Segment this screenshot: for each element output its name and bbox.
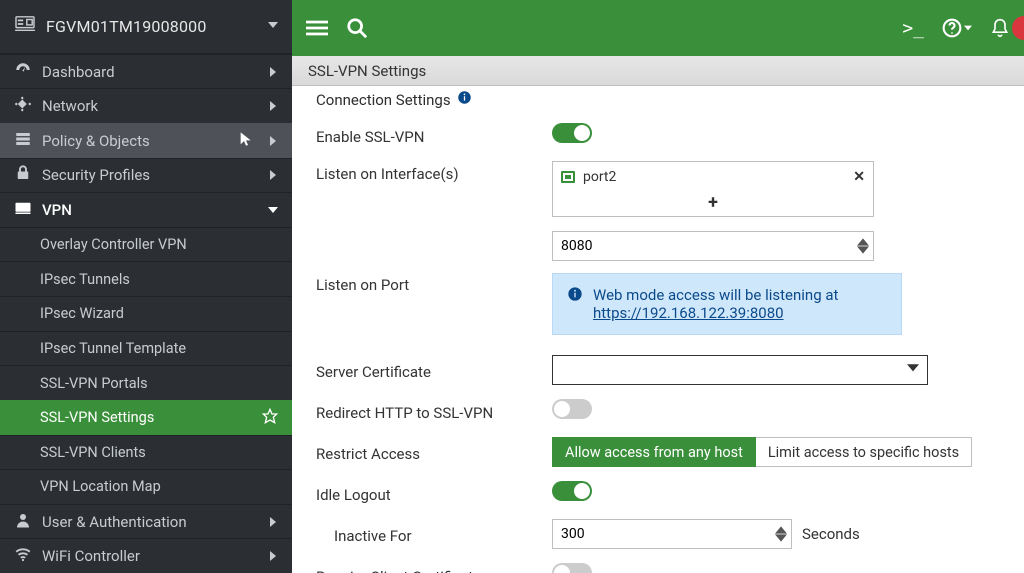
sidebar-item-dashboard[interactable]: Dashboard (0, 54, 292, 89)
label-inactive-for: Inactive For (316, 523, 552, 545)
sidebar-item-label: Dashboard (42, 63, 260, 81)
server-cert-select[interactable] (552, 355, 928, 385)
page-title: SSL-VPN Settings (308, 62, 426, 80)
content: Connection Settings Enable SSL-VPN Liste… (292, 86, 1024, 573)
sidebar-item-label: Policy & Objects (42, 132, 228, 150)
sidebar-item-label: VPN Location Map (40, 478, 278, 495)
info-icon (567, 286, 583, 322)
sidebar-item-vpn[interactable]: VPN (0, 192, 292, 227)
spin-buttons[interactable] (775, 522, 789, 546)
sidebar-item-sslvpn-portals[interactable]: SSL-VPN Portals (0, 365, 292, 400)
interface-entry: port2 ✕ (553, 162, 873, 192)
restrict-option-limit[interactable]: Limit access to specific hosts (756, 437, 972, 467)
bell-icon[interactable] (990, 18, 1010, 38)
inactive-unit: Seconds (802, 525, 860, 543)
sidebar-item-label: SSL-VPN Portals (40, 375, 278, 392)
toggle-redirect-http[interactable] (552, 399, 592, 419)
wifi-icon (14, 545, 32, 567)
label-idle-logout: Idle Logout (316, 482, 552, 504)
sidebar-item-wifi[interactable]: WiFi Controller (0, 538, 292, 573)
network-icon (14, 95, 32, 117)
label-enable-sslvpn: Enable SSL-VPN (316, 124, 552, 146)
interface-name: port2 (583, 169, 616, 185)
user-icon (14, 511, 32, 533)
device-icon (14, 15, 36, 37)
chevron-right-icon (270, 513, 278, 531)
sidebar-item-label: IPsec Wizard (40, 305, 278, 322)
hostname: FGVM01TM19008000 (46, 17, 207, 36)
chevron-right-icon (270, 132, 278, 150)
star-icon[interactable] (262, 408, 278, 428)
sidebar-item-label: SSL-VPN Clients (40, 444, 278, 461)
inactive-input-wrap (552, 519, 792, 549)
chevron-down-icon (268, 201, 278, 219)
host-selector[interactable]: FGVM01TM19008000 (0, 0, 292, 54)
sidebar-item-ipsec-wizard[interactable]: IPsec Wizard (0, 296, 292, 331)
lock-icon (14, 164, 32, 186)
sidebar-item-label: Overlay Controller VPN (40, 236, 278, 253)
sidebar-item-policy[interactable]: Policy & Objects (0, 123, 292, 158)
inactive-input[interactable] (561, 526, 771, 542)
sidebar-item-vpn-location-map[interactable]: VPN Location Map (0, 469, 292, 504)
sidebar-item-label: Security Profiles (42, 166, 260, 184)
sidebar-item-label: WiFi Controller (42, 547, 260, 565)
vpn-icon (14, 199, 32, 221)
sidebar: FGVM01TM19008000 Dashboard Network Polic… (0, 0, 292, 573)
search-icon[interactable] (346, 17, 368, 39)
section-title-text: Connection Settings (316, 91, 451, 109)
chevron-right-icon (270, 547, 278, 565)
page-title-bar: SSL-VPN Settings (292, 56, 1024, 86)
sidebar-item-ipsec-template[interactable]: IPsec Tunnel Template (0, 331, 292, 366)
web-mode-notice: Web mode access will be listening at htt… (552, 273, 902, 335)
sidebar-item-sslvpn-settings[interactable]: SSL-VPN Settings (0, 400, 292, 435)
info-icon[interactable] (457, 90, 472, 109)
listen-port-input-wrap (552, 231, 874, 261)
sidebar-item-label: IPsec Tunnel Template (40, 340, 278, 357)
sidebar-item-label: User & Authentication (42, 513, 260, 531)
topbar: >_ (292, 0, 1024, 56)
sidebar-item-label: Network (42, 97, 260, 115)
sidebar-item-sslvpn-clients[interactable]: SSL-VPN Clients (0, 435, 292, 470)
notice-url[interactable]: https://192.168.122.39:8080 (593, 304, 784, 322)
chevron-right-icon (270, 97, 278, 115)
section-title: Connection Settings (316, 90, 1000, 109)
dashboard-icon (14, 61, 32, 83)
chevron-right-icon (270, 63, 278, 81)
policy-icon (14, 130, 32, 152)
port-icon (561, 171, 575, 183)
toggle-require-client-cert[interactable] (552, 563, 592, 573)
toggle-idle-logout[interactable] (552, 481, 592, 501)
chevron-down-icon[interactable] (268, 18, 278, 34)
label-restrict-access: Restrict Access (316, 441, 552, 463)
interface-list[interactable]: port2 ✕ + (552, 161, 874, 217)
sidebar-item-security[interactable]: Security Profiles (0, 158, 292, 193)
notification-badge[interactable] (1012, 16, 1024, 40)
label-listen-interfaces: Listen on Interface(s) (316, 161, 552, 183)
sidebar-item-ipsec-tunnels[interactable]: IPsec Tunnels (0, 261, 292, 296)
listen-port-input[interactable] (561, 238, 853, 254)
notice-text: Web mode access will be listening at (593, 286, 838, 304)
label-require-client-cert: Require Client Certificate (316, 564, 552, 573)
add-interface-button[interactable]: + (553, 192, 873, 216)
sidebar-item-user-auth[interactable]: User & Authentication (0, 504, 292, 539)
remove-interface-icon[interactable]: ✕ (853, 169, 865, 185)
menu-icon[interactable] (306, 17, 328, 39)
sidebar-item-overlay-vpn[interactable]: Overlay Controller VPN (0, 227, 292, 262)
sidebar-item-label: SSL-VPN Settings (40, 409, 252, 426)
label-redirect-http: Redirect HTTP to SSL-VPN (316, 400, 552, 422)
sidebar-item-network[interactable]: Network (0, 88, 292, 123)
restrict-access-segmented: Allow access from any host Limit access … (552, 437, 1000, 467)
sidebar-item-label: VPN (42, 201, 258, 219)
spin-buttons[interactable] (857, 234, 871, 258)
label-server-cert: Server Certificate (316, 359, 552, 381)
label-listen-port: Listen on Port (316, 272, 552, 294)
chevron-right-icon (270, 166, 278, 184)
toggle-enable-sslvpn[interactable] (552, 123, 592, 143)
sidebar-item-label: IPsec Tunnels (40, 271, 278, 288)
cursor-icon (238, 131, 254, 151)
chevron-down-icon (907, 362, 919, 378)
restrict-option-allow[interactable]: Allow access from any host (552, 437, 756, 467)
help-icon[interactable] (942, 18, 972, 38)
cli-icon[interactable]: >_ (902, 18, 924, 39)
